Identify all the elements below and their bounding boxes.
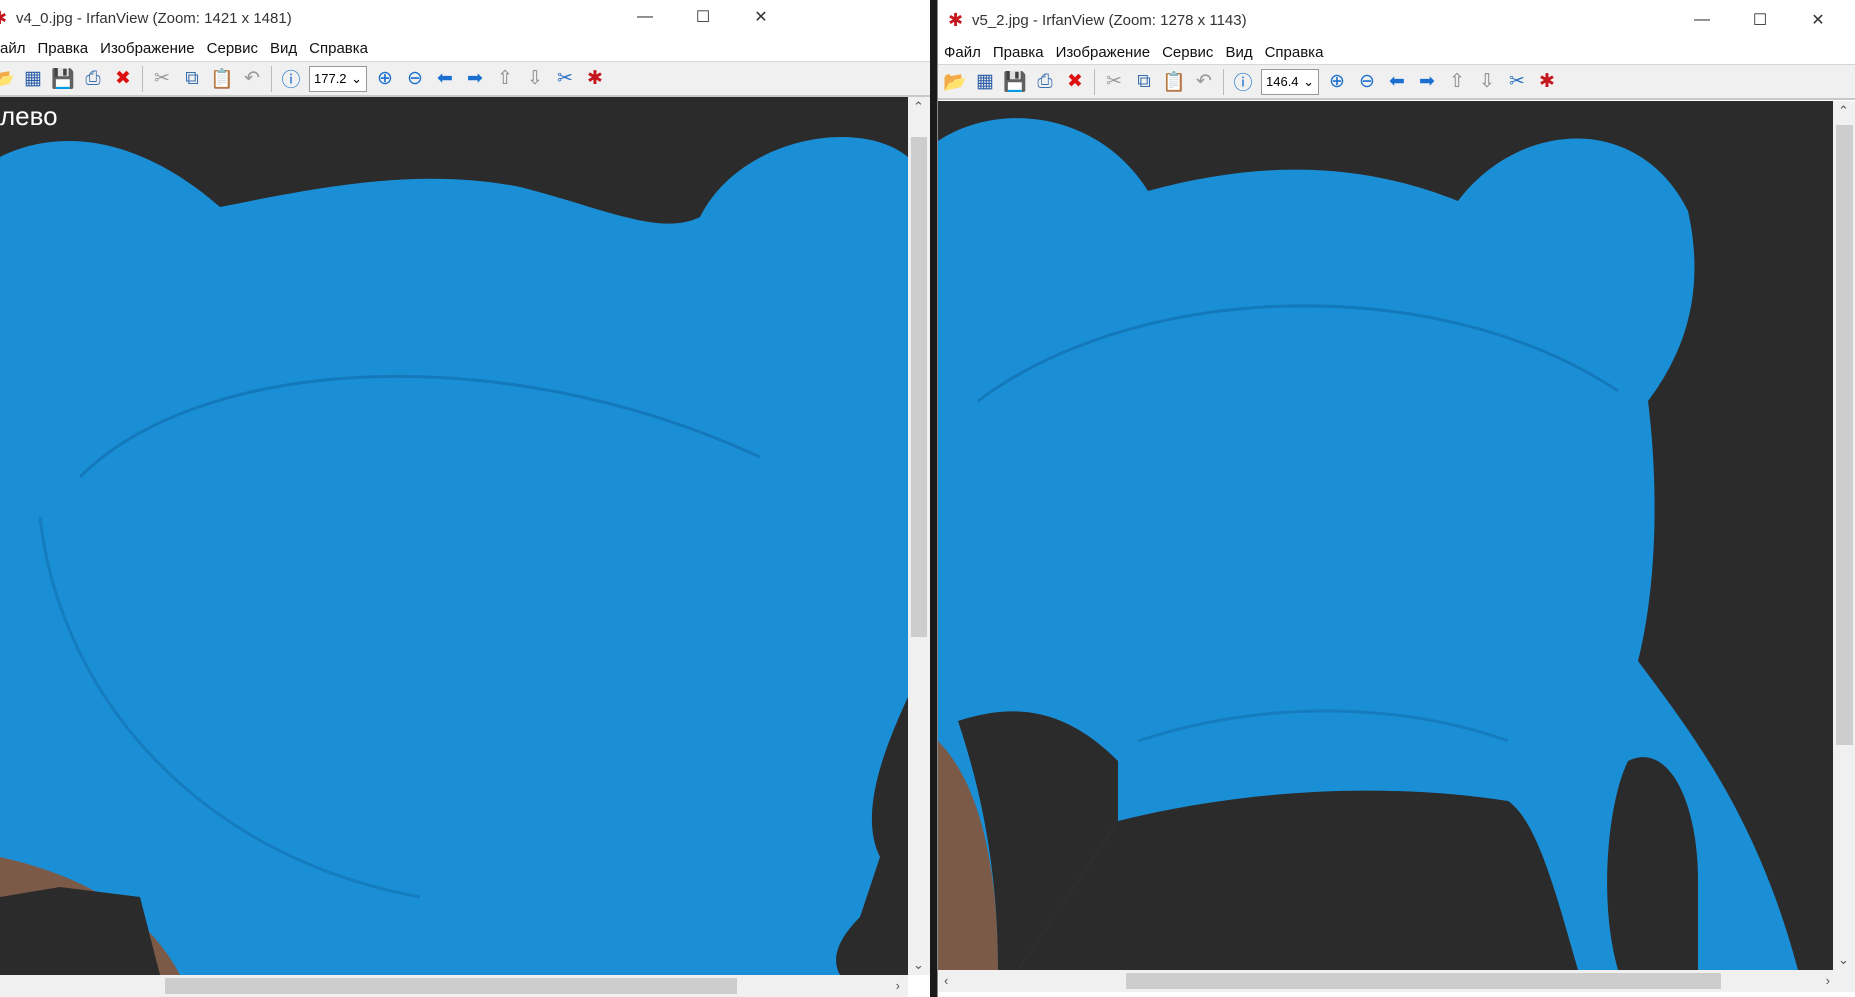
menu-file[interactable]: Файл — [938, 44, 987, 61]
scrollbar-thumb[interactable] — [165, 978, 737, 994]
window-title: v4_0.jpg - IrfanView (Zoom: 1421 x 1481) — [16, 9, 292, 27]
settings-icon[interactable]: ✂ — [550, 65, 580, 93]
window-title: v5_2.jpg - IrfanView (Zoom: 1278 x 1143) — [972, 11, 1247, 29]
save-icon[interactable]: 💾 — [1000, 68, 1030, 96]
print-icon[interactable]: ⎙ — [78, 65, 108, 93]
paste-icon[interactable]: 📋 — [207, 65, 237, 93]
menu-help[interactable]: Справка — [1259, 44, 1330, 61]
horizontal-scrollbar[interactable]: ‹ › — [938, 970, 1855, 992]
zoom-value: 177.2 — [314, 71, 347, 86]
zoom-in-icon[interactable]: ⊕ — [370, 65, 400, 93]
scroll-down-icon[interactable]: ⌄ — [913, 957, 924, 973]
undo-icon[interactable]: ↶ — [237, 65, 267, 93]
scrollbar-thumb[interactable] — [911, 137, 927, 637]
scroll-up-icon[interactable]: ⌃ — [913, 99, 924, 115]
delete-icon[interactable]: ✖ — [1060, 68, 1090, 96]
scroll-right-icon[interactable]: › — [896, 978, 900, 993]
zoom-in-icon[interactable]: ⊕ — [1322, 68, 1352, 96]
menu-help[interactable]: Справка — [303, 40, 374, 57]
menu-edit[interactable]: Правка — [987, 44, 1050, 61]
menu-view[interactable]: Вид — [264, 40, 303, 57]
model-image — [938, 118, 1798, 970]
close-button[interactable]: ✕ — [732, 0, 790, 34]
title-bar: ✱ v5_2.jpg - IrfanView (Zoom: 1278 x 114… — [938, 0, 1855, 40]
model-body — [0, 137, 908, 975]
menu-tools[interactable]: Сервис — [1156, 44, 1219, 61]
cut-icon[interactable]: ✂ — [1099, 68, 1129, 96]
irfanview-logo-icon: ✱ — [0, 9, 10, 27]
cut-icon[interactable]: ✂ — [147, 65, 177, 93]
irfanview-about-icon[interactable]: ✱ — [1532, 68, 1562, 96]
scroll-up-icon[interactable]: ⌃ — [1838, 103, 1849, 119]
open-icon[interactable]: 📂 — [940, 68, 970, 96]
slideshow-icon[interactable]: ▦ — [970, 68, 1000, 96]
title-bar: ✱ v4_0.jpg - IrfanView (Zoom: 1421 x 148… — [0, 0, 930, 36]
scrollbar-thumb[interactable] — [1126, 973, 1721, 989]
undo-icon[interactable]: ↶ — [1189, 68, 1219, 96]
vertical-scrollbar[interactable]: ⌃ ⌄ — [908, 97, 930, 975]
image-view: лево — [0, 97, 908, 975]
menu-bar: айл Правка Изображение Сервис Вид Справк… — [0, 36, 930, 60]
open-icon[interactable]: 📂 — [0, 65, 18, 93]
menu-tools[interactable]: Сервис — [201, 40, 264, 57]
paste-icon[interactable]: 📋 — [1159, 68, 1189, 96]
overlay-label: лево — [0, 101, 58, 131]
model-image — [0, 137, 908, 975]
irfanview-window-right: ✱ v5_2.jpg - IrfanView (Zoom: 1278 x 114… — [937, 0, 1855, 997]
irfanview-about-icon[interactable]: ✱ — [580, 65, 610, 93]
save-icon[interactable]: 💾 — [48, 65, 78, 93]
zoom-out-icon[interactable]: ⊖ — [400, 65, 430, 93]
print-icon[interactable]: ⎙ — [1030, 68, 1060, 96]
vertical-scrollbar[interactable]: ⌃ ⌄ — [1833, 101, 1855, 970]
next-icon[interactable]: ➡ — [1412, 68, 1442, 96]
minimize-button[interactable]: — — [1673, 3, 1731, 37]
menu-bar: Файл Правка Изображение Сервис Вид Справ… — [938, 40, 1855, 64]
separator — [271, 65, 272, 92]
separator — [1094, 68, 1095, 95]
next-icon[interactable]: ➡ — [460, 65, 490, 93]
scrollbar-thumb[interactable] — [1836, 125, 1853, 745]
menu-file[interactable]: айл — [0, 40, 31, 57]
zoom-value: 146.4 — [1266, 74, 1299, 89]
previous-icon[interactable]: ⬅ — [430, 65, 460, 93]
scroll-left-icon[interactable]: ‹ — [944, 973, 948, 988]
toolbar: 📂 ▦ 💾 ⎙ ✖ ✂ ⧉ 📋 ↶ ⓘ 146.4 ⌄ ⊕ ⊖ ⬅ ➡ ⇧ ⇩ ✂… — [938, 64, 1855, 100]
toolbar: 📂 ▦ 💾 ⎙ ✖ ✂ ⧉ 📋 ↶ ⓘ 177.2 ⌄ ⊕ ⊖ ⬅ ➡ ⇧ ⇩ ✂… — [0, 61, 930, 97]
menu-image[interactable]: Изображение — [94, 40, 201, 57]
image-view — [938, 101, 1833, 970]
first-image-icon[interactable]: ⇧ — [1442, 68, 1472, 96]
chevron-down-icon: ⌄ — [351, 70, 362, 86]
maximize-button[interactable]: ☐ — [674, 0, 732, 34]
copy-icon[interactable]: ⧉ — [1129, 68, 1159, 96]
horizontal-scrollbar[interactable]: › — [0, 975, 908, 997]
separator — [1223, 68, 1224, 95]
slideshow-icon[interactable]: ▦ — [18, 65, 48, 93]
chevron-down-icon: ⌄ — [1303, 73, 1314, 89]
scroll-down-icon[interactable]: ⌄ — [1838, 952, 1849, 968]
maximize-button[interactable]: ☐ — [1731, 3, 1789, 37]
irfanview-window-left: ✱ v4_0.jpg - IrfanView (Zoom: 1421 x 148… — [0, 0, 930, 997]
close-button[interactable]: ✕ — [1789, 3, 1847, 37]
irfanview-logo-icon: ✱ — [948, 10, 964, 30]
menu-image[interactable]: Изображение — [1050, 44, 1157, 61]
settings-icon[interactable]: ✂ — [1502, 68, 1532, 96]
menu-view[interactable]: Вид — [1219, 44, 1258, 61]
scroll-right-icon[interactable]: › — [1826, 973, 1830, 988]
info-icon[interactable]: ⓘ — [1228, 68, 1258, 96]
last-image-icon[interactable]: ⇩ — [520, 65, 550, 93]
info-icon[interactable]: ⓘ — [276, 65, 306, 93]
separator — [142, 65, 143, 92]
zoom-select[interactable]: 177.2 ⌄ — [309, 65, 367, 92]
last-image-icon[interactable]: ⇩ — [1472, 68, 1502, 96]
first-image-icon[interactable]: ⇧ — [490, 65, 520, 93]
zoom-out-icon[interactable]: ⊖ — [1352, 68, 1382, 96]
copy-icon[interactable]: ⧉ — [177, 65, 207, 93]
minimize-button[interactable]: — — [616, 0, 674, 34]
previous-icon[interactable]: ⬅ — [1382, 68, 1412, 96]
menu-edit[interactable]: Правка — [31, 40, 94, 57]
zoom-select[interactable]: 146.4 ⌄ — [1261, 68, 1319, 95]
delete-icon[interactable]: ✖ — [108, 65, 138, 93]
